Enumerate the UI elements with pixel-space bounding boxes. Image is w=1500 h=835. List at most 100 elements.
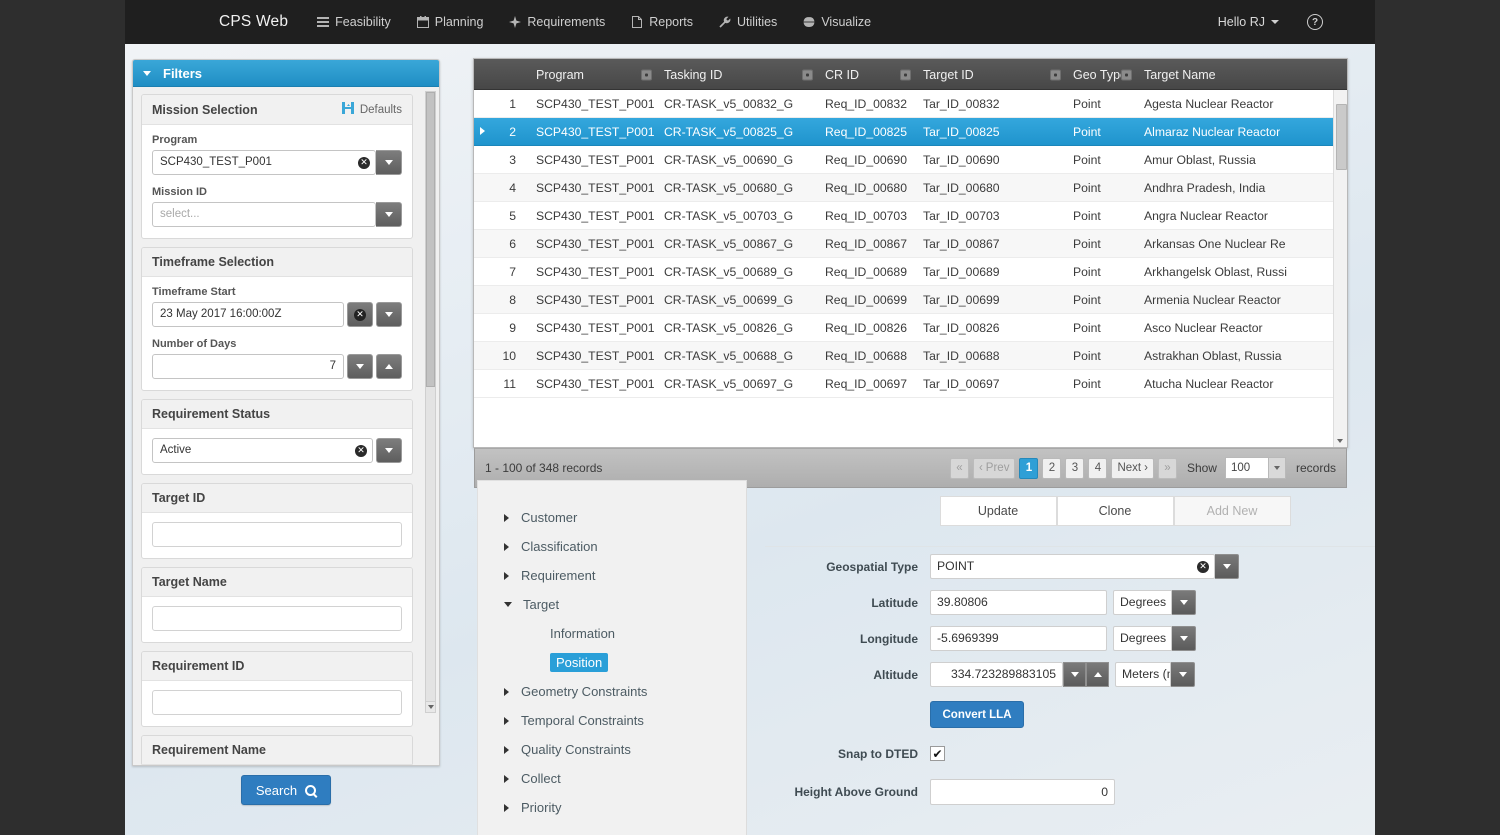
snap-to-dted-checkbox[interactable]: ✔ (930, 746, 945, 761)
program-input[interactable]: SCP430_TEST_P001 ✕ (152, 150, 376, 175)
geospatial-type-dropdown-button[interactable] (1215, 554, 1239, 579)
page-button-4[interactable]: 4 (1088, 458, 1107, 479)
grid-scrollbar[interactable] (1333, 90, 1347, 447)
table-row[interactable]: 3SCP430_TEST_P001CR-TASK_v5_00690_GReq_I… (474, 146, 1347, 174)
table-row[interactable]: 5SCP430_TEST_P001CR-TASK_v5_00703_GReq_I… (474, 202, 1347, 230)
grid-scroll-down-button[interactable] (1334, 434, 1346, 447)
grid-column-header-target-name[interactable]: Target Name (1136, 59, 1335, 90)
altitude-input[interactable]: 334.723289883105 (930, 662, 1063, 687)
table-row[interactable]: 11SCP430_TEST_P001CR-TASK_v5_00697_GReq_… (474, 370, 1347, 398)
nav-item-planning[interactable]: Planning (404, 0, 497, 44)
column-menu-icon[interactable] (1121, 69, 1132, 80)
grid-column-header-geo-type[interactable]: Geo Type (1065, 59, 1136, 90)
filters-scroll-down-button[interactable] (425, 701, 436, 713)
clear-icon[interactable]: ✕ (1197, 561, 1209, 573)
chevron-down-icon[interactable] (504, 602, 512, 607)
nav-item-visualize[interactable]: Visualize (790, 0, 884, 44)
page-size-input[interactable]: 100 (1225, 457, 1269, 479)
nav-item-requirements[interactable]: Requirements (496, 0, 618, 44)
clear-icon[interactable]: ✕ (355, 445, 367, 457)
grid-column-header-program[interactable]: Program (528, 59, 656, 90)
longitude-unit-dropdown-button[interactable] (1172, 626, 1196, 651)
longitude-input[interactable]: -5.6969399 (930, 626, 1107, 651)
table-row[interactable]: 2SCP430_TEST_P001CR-TASK_v5_00825_GReq_I… (474, 118, 1347, 146)
grid-column-header-index[interactable] (474, 59, 528, 90)
grid-column-header-tasking-id[interactable]: Tasking ID (656, 59, 817, 90)
tree-item-quality-constraints[interactable]: Quality Constraints (478, 735, 746, 764)
altitude-increment-button[interactable] (1086, 662, 1109, 687)
chevron-right-icon[interactable] (504, 543, 509, 551)
table-row[interactable]: 6SCP430_TEST_P001CR-TASK_v5_00867_GReq_I… (474, 230, 1347, 258)
chevron-right-icon[interactable] (504, 688, 509, 696)
column-menu-icon[interactable] (641, 69, 652, 80)
page-button-2[interactable]: 2 (1042, 458, 1061, 479)
last-page-button[interactable]: » (1158, 458, 1177, 479)
requirement-status-dropdown-button[interactable] (376, 438, 402, 463)
page-button-3[interactable]: 3 (1065, 458, 1084, 479)
mission-id-dropdown-button[interactable] (376, 202, 402, 227)
target-id-input[interactable] (152, 522, 402, 547)
chevron-right-icon[interactable] (504, 775, 509, 783)
table-row[interactable]: 10SCP430_TEST_P001CR-TASK_v5_00688_GReq_… (474, 342, 1347, 370)
next-page-button[interactable]: Next› (1111, 458, 1154, 479)
chevron-right-icon[interactable] (504, 717, 509, 725)
tree-item-position[interactable]: Position (478, 648, 746, 677)
tree-item-target[interactable]: Target (478, 590, 746, 619)
update-button[interactable]: Update (940, 496, 1057, 526)
nav-item-reports[interactable]: Reports (618, 0, 706, 44)
defaults-button[interactable]: Defaults (342, 102, 402, 117)
number-of-days-input[interactable]: 7 (152, 354, 344, 379)
timeframe-start-input[interactable]: 23 May 2017 16:00:00Z (152, 302, 344, 327)
geospatial-type-input[interactable]: POINT ✕ (930, 554, 1215, 579)
clone-button[interactable]: Clone (1057, 496, 1174, 526)
requirement-id-input[interactable] (152, 690, 402, 715)
table-row[interactable]: 9SCP430_TEST_P001CR-TASK_v5_00826_GReq_I… (474, 314, 1347, 342)
grid-column-header-target-id[interactable]: Target ID (915, 59, 1065, 90)
grid-column-header-cr-id[interactable]: CR ID (817, 59, 915, 90)
filters-scrollbar-thumb[interactable] (426, 92, 435, 387)
page-button-1[interactable]: 1 (1019, 458, 1038, 479)
filters-scrollbar[interactable] (425, 91, 436, 713)
days-decrement-button[interactable] (347, 354, 373, 379)
prev-page-button[interactable]: ‹Prev (973, 458, 1016, 479)
tree-item-information[interactable]: Information (478, 619, 746, 648)
convert-lla-button[interactable]: Convert LLA (930, 701, 1024, 728)
help-icon[interactable]: ? (1307, 14, 1323, 30)
program-dropdown-button[interactable] (376, 150, 402, 175)
latitude-input[interactable]: 39.80806 (930, 590, 1107, 615)
chevron-right-icon[interactable] (504, 514, 509, 522)
column-menu-icon[interactable] (1050, 69, 1061, 80)
requirement-status-input[interactable]: Active ✕ (152, 438, 373, 463)
target-name-input[interactable] (152, 606, 402, 631)
altitude-decrement-button[interactable] (1063, 662, 1086, 687)
mission-id-input[interactable]: select... (152, 202, 376, 227)
height-above-ground-input[interactable]: 0 (930, 779, 1115, 805)
latitude-unit[interactable]: Degrees (1113, 590, 1172, 615)
tree-item-priority[interactable]: Priority (478, 793, 746, 822)
tree-item-classification[interactable]: Classification (478, 532, 746, 561)
tree-item-collect[interactable]: Collect (478, 764, 746, 793)
page-size-dropdown-button[interactable] (1269, 457, 1286, 479)
tree-item-temporal-constraints[interactable]: Temporal Constraints (478, 706, 746, 735)
timeframe-dropdown-button[interactable] (376, 302, 402, 327)
latitude-unit-dropdown-button[interactable] (1172, 590, 1196, 615)
chevron-right-icon[interactable] (504, 746, 509, 754)
altitude-unit-dropdown-button[interactable] (1171, 662, 1195, 687)
altitude-unit[interactable]: Meters (n (1115, 662, 1171, 687)
column-menu-icon[interactable] (900, 69, 911, 80)
column-menu-icon[interactable] (802, 69, 813, 80)
longitude-unit[interactable]: Degrees (1113, 626, 1172, 651)
clear-icon[interactable]: ✕ (358, 157, 370, 169)
chevron-right-icon[interactable] (504, 572, 509, 580)
nav-item-utilities[interactable]: Utilities (706, 0, 790, 44)
table-row[interactable]: 1SCP430_TEST_P001CR-TASK_v5_00832_GReq_I… (474, 90, 1347, 118)
table-row[interactable]: 7SCP430_TEST_P001CR-TASK_v5_00689_GReq_I… (474, 258, 1347, 286)
grid-scrollbar-thumb[interactable] (1336, 104, 1347, 170)
chevron-right-icon[interactable] (504, 804, 509, 812)
first-page-button[interactable]: « (950, 458, 969, 479)
timeframe-clear-button[interactable]: ✕ (347, 302, 373, 327)
tree-item-customer[interactable]: Customer (478, 503, 746, 532)
tree-item-geometry-constraints[interactable]: Geometry Constraints (478, 677, 746, 706)
app-brand[interactable]: CPS Web (203, 13, 304, 31)
table-row[interactable]: 4SCP430_TEST_P001CR-TASK_v5_00680_GReq_I… (474, 174, 1347, 202)
